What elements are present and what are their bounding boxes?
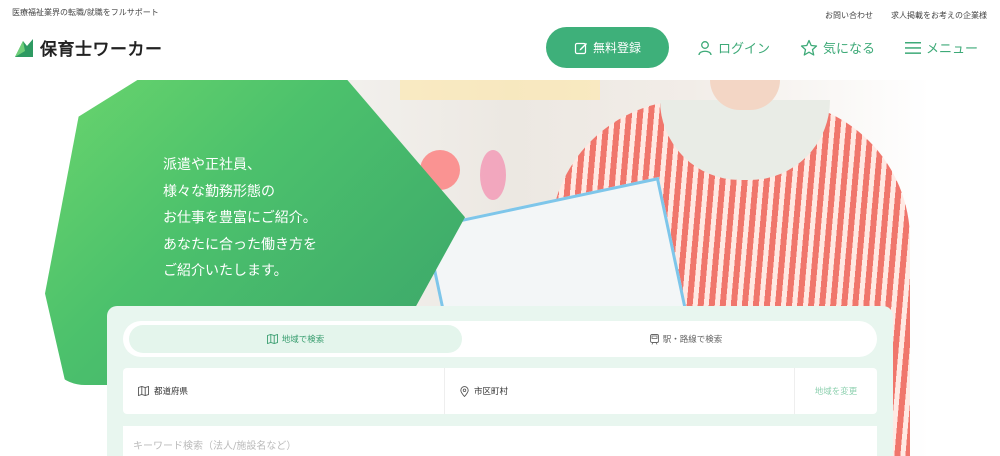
- tab-station-search[interactable]: 駅・路線で検索: [503, 325, 869, 353]
- search-tabs: 地域で検索 駅・路線で検索: [123, 321, 877, 357]
- site-logo[interactable]: 保育士ワーカー: [13, 35, 163, 60]
- logo-icon: [15, 38, 33, 57]
- prefecture-label: 都道府県: [154, 387, 189, 397]
- train-icon: [649, 333, 659, 345]
- login-link[interactable]: ログイン: [697, 38, 770, 57]
- signup-label: 無料登録: [592, 41, 641, 55]
- hero-line: 様々な勤務形態の: [163, 183, 275, 200]
- menu-label: メニュー: [925, 42, 978, 57]
- hero-line: あなたに合った働き方を: [163, 236, 317, 253]
- login-label: ログイン: [717, 42, 770, 57]
- area-select-row: 都道府県 市区町村 地域を変更: [123, 368, 877, 414]
- hero-line: お仕事を豊富にご紹介。: [163, 210, 317, 226]
- contact-link[interactable]: お問い合わせ: [825, 10, 873, 21]
- photo-background-shelf: [400, 80, 600, 100]
- signup-button[interactable]: 無料登録: [545, 27, 669, 68]
- city-label: 市区町村: [474, 387, 509, 397]
- keyword-search-input[interactable]: [123, 426, 877, 456]
- tagline: 医療福祉業界の転職/就職をフルサポート: [12, 8, 159, 17]
- hero-line: 派遣や正社員、: [163, 157, 261, 173]
- logo-text: 保育士ワーカー: [40, 40, 163, 60]
- hero-copy: 派遣や正社員、 様々な勤務形態の お仕事を豊富にご紹介。 あなたに合った働き方を…: [163, 152, 317, 285]
- map-icon: [266, 334, 278, 344]
- prefecture-select[interactable]: 都道府県: [123, 368, 445, 414]
- star-icon: [800, 39, 818, 56]
- utility-links: お問い合わせ 求人掲載をお考えの企業様: [825, 10, 987, 21]
- favorite-link[interactable]: 気になる: [800, 38, 875, 57]
- hamburger-icon: [904, 41, 921, 54]
- tab-area-search[interactable]: 地域で検索: [129, 325, 462, 353]
- change-area-button[interactable]: 地域を変更: [795, 385, 877, 397]
- user-icon: [698, 40, 712, 55]
- menu-button[interactable]: メニュー: [904, 38, 978, 57]
- edit-icon: [574, 42, 587, 54]
- tab-station-label: 駅・路線で検索: [662, 335, 723, 345]
- hero-line: ご紹介いたします。: [163, 263, 288, 279]
- photo-background-decoration: [480, 150, 506, 200]
- location-pin-icon: [460, 385, 469, 397]
- map-icon: [138, 386, 149, 396]
- main-nav: 無料登録 ログイン 気になる メニュー: [545, 27, 978, 68]
- search-panel: 地域で検索 駅・路線で検索 都道府県 市区町村 地域を変更 キーワード検索（法人…: [107, 306, 893, 456]
- tab-area-label: 地域で検索: [281, 335, 325, 345]
- city-select[interactable]: 市区町村: [445, 368, 795, 414]
- favorite-label: 気になる: [822, 42, 875, 57]
- hero-section: 派遣や正社員、 様々な勤務形態の お仕事を豊富にご紹介。 あなたに合った働き方を…: [0, 80, 1000, 456]
- employer-link[interactable]: 求人掲載をお考えの企業様: [891, 10, 987, 21]
